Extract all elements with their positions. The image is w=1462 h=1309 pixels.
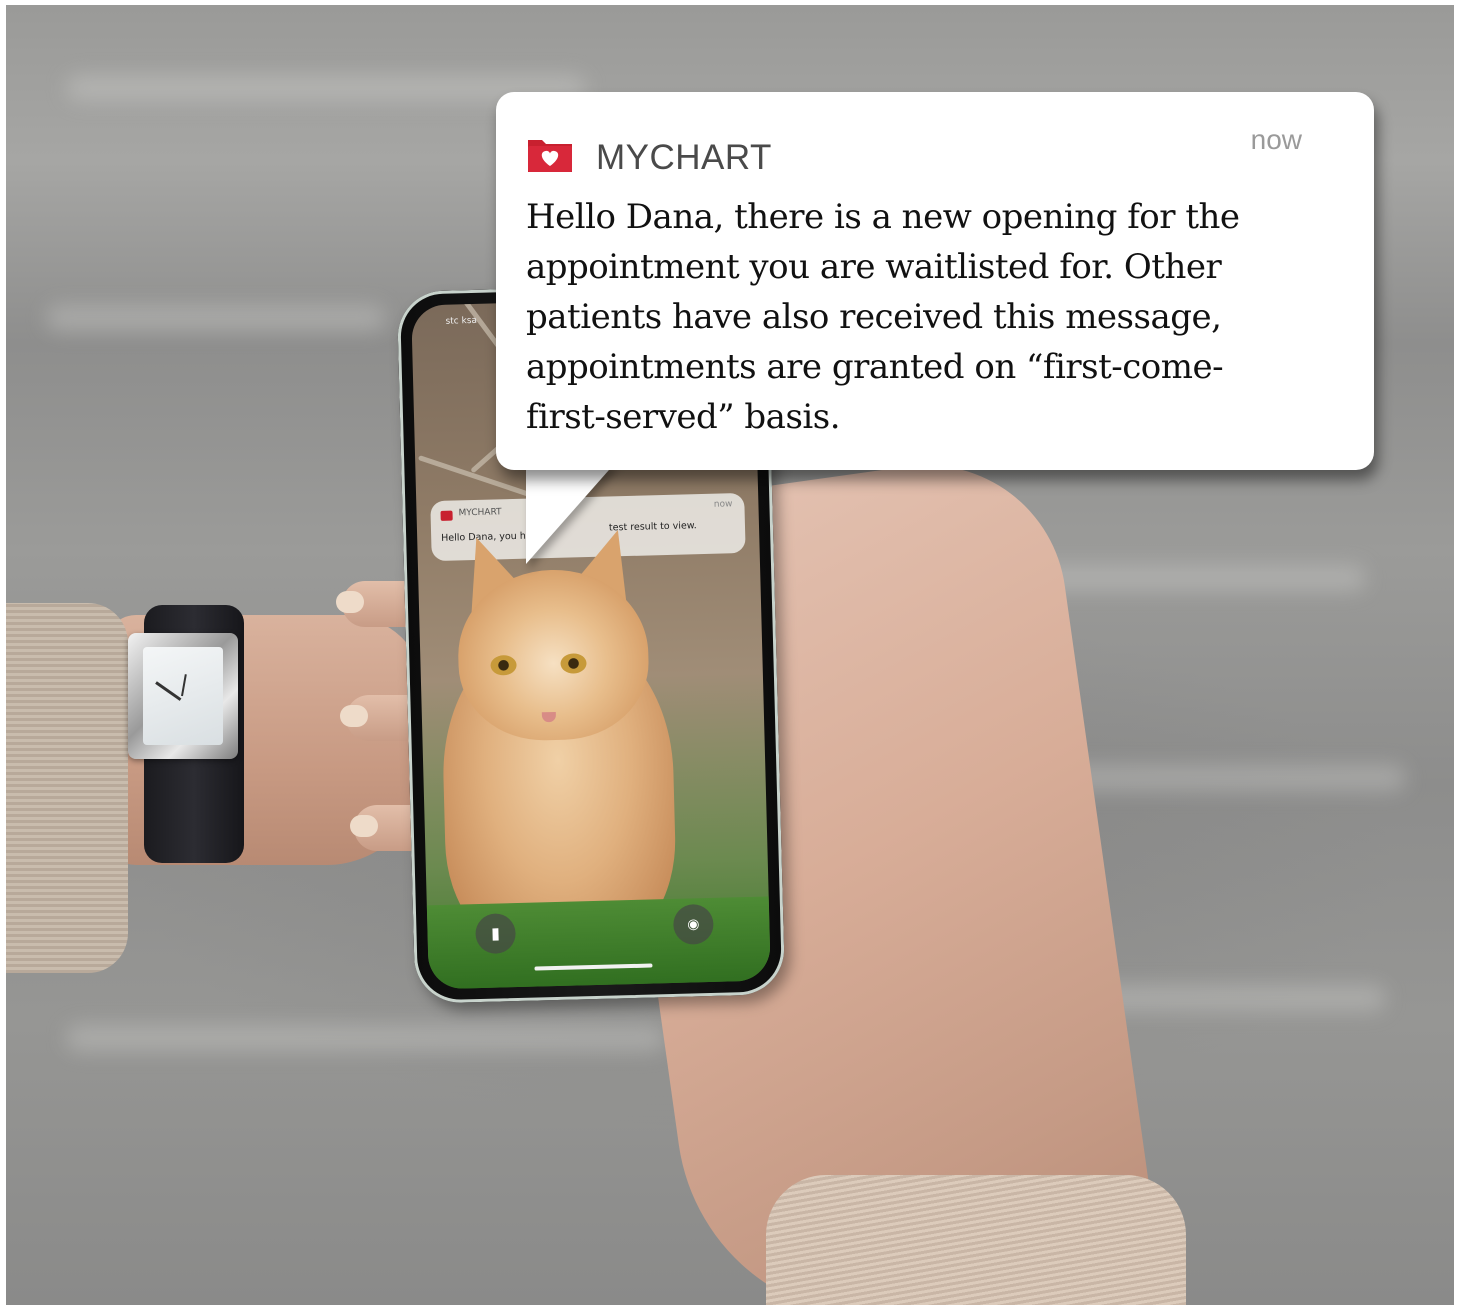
fingernail <box>336 591 364 613</box>
notification-app-name: MYCHART <box>458 507 502 519</box>
road-marking <box>66 1025 666 1051</box>
notification-app-name: MYCHART <box>596 138 772 177</box>
knit-sleeve <box>6 603 128 973</box>
mychart-folder-heart-icon <box>528 140 572 172</box>
speech-bubble-tail <box>526 462 616 564</box>
carrier-label: stc ksa <box>445 315 478 327</box>
notification-time: now <box>713 499 733 510</box>
knit-sleeve-lower <box>766 1175 1186 1305</box>
notification-message: Hello Dana, there is a new opening for t… <box>526 197 1240 437</box>
mychart-icon <box>440 510 453 521</box>
fingernail <box>350 815 378 837</box>
road-marking <box>46 305 386 331</box>
notification-time: now <box>1250 124 1302 155</box>
notification-speech-bubble[interactable]: MYCHART now Hello Dana, there is a new o… <box>496 92 1374 470</box>
fingernail <box>340 705 368 727</box>
